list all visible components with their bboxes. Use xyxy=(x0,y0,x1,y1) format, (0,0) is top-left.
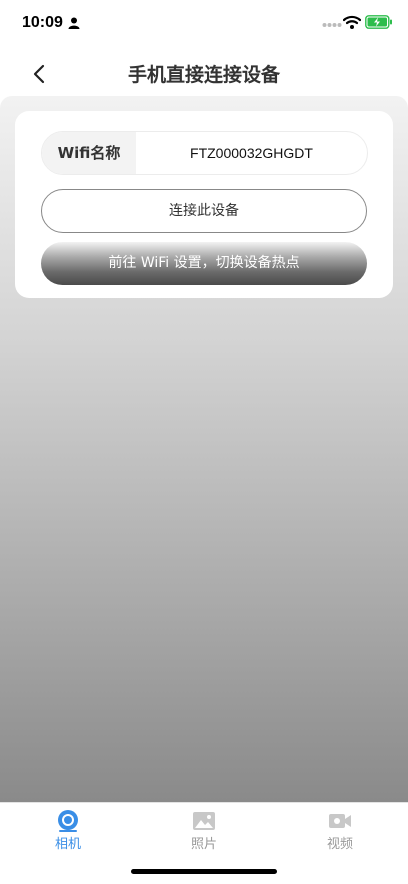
photo-icon xyxy=(193,812,215,830)
open-wifi-settings-button[interactable]: 前往 WiFi 设置，切换设备热点 xyxy=(41,242,367,285)
wifi-name-value: FTZ000032GHGDT xyxy=(190,145,313,161)
tab-photos-label: 照片 xyxy=(190,837,217,852)
tab-videos[interactable]: 视频 xyxy=(272,803,408,863)
page-title: 手机直接连接设备 xyxy=(127,64,280,86)
connect-device-button[interactable]: 连接此设备 xyxy=(41,189,367,233)
camera-lens-icon xyxy=(58,810,78,832)
tab-camera[interactable]: 相机 xyxy=(0,803,136,863)
battery-icon xyxy=(365,15,392,29)
connect-card: Wifi名称 FTZ000032GHGDT 连接此设备 前往 WiFi 设置，切… xyxy=(15,111,393,298)
tab-videos-label: 视频 xyxy=(326,837,353,852)
wifi-name-label: Wifi名称 xyxy=(42,132,136,174)
status-bar: 10:09 xyxy=(0,0,408,48)
signal-dots-icon xyxy=(322,23,342,27)
tab-photos[interactable]: 照片 xyxy=(136,803,272,863)
home-indicator xyxy=(131,869,277,874)
tab-camera-label: 相机 xyxy=(54,837,81,852)
wifi-signal-icon xyxy=(343,15,361,29)
content-area: Wifi名称 FTZ000032GHGDT 连接此设备 前往 WiFi 设置，切… xyxy=(0,96,408,802)
wifi-name-field: Wifi名称 FTZ000032GHGDT xyxy=(41,131,368,175)
person-icon xyxy=(68,17,80,29)
navigation-bar: 手机直接连接设备 xyxy=(0,48,408,98)
video-icon xyxy=(329,814,351,828)
status-time: 10:09 xyxy=(22,14,63,31)
